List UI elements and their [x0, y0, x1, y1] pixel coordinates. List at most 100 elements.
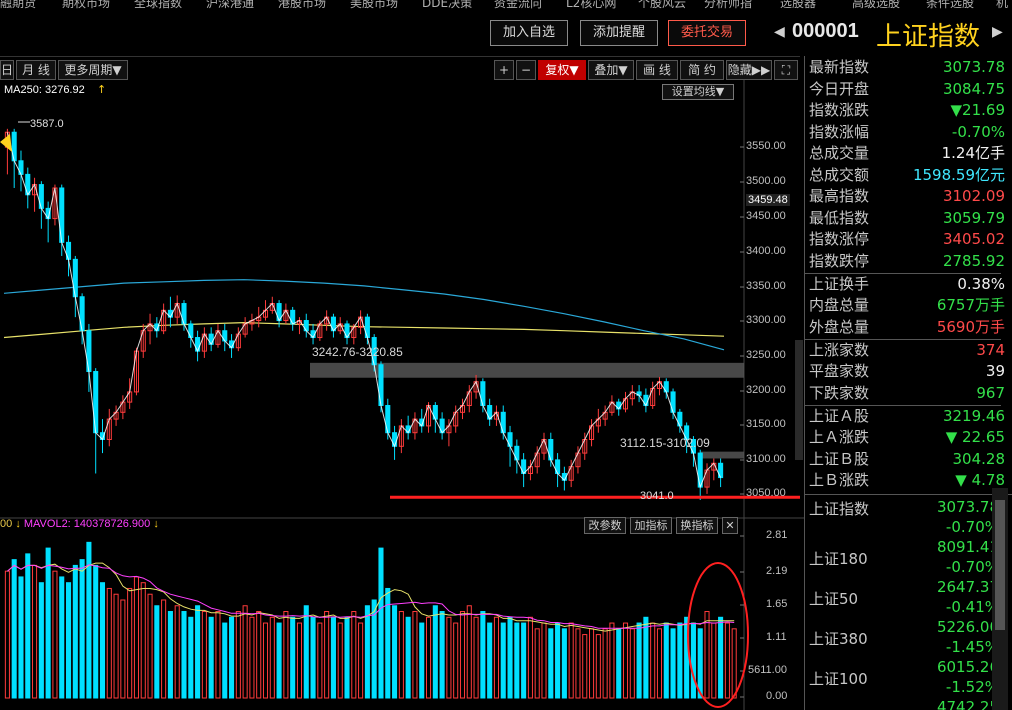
- quote-row: 内盘总量 6757万手: [809, 295, 1009, 316]
- quote-value: 3219.46: [942, 406, 1005, 425]
- volume-bar: [663, 622, 669, 699]
- quote-value: 3084.75: [942, 79, 1005, 98]
- toolbar-divider: [0, 56, 800, 57]
- mavol2-arrow-icon: ↓: [153, 518, 159, 530]
- draw-line-button[interactable]: 画 线: [636, 60, 678, 80]
- volume-bar: [4, 570, 10, 699]
- quote-value: 3059.79: [942, 208, 1005, 227]
- volume-bar: [229, 616, 235, 699]
- top-menu-item[interactable]: 高级选股: [852, 0, 900, 11]
- quote-value: 3405.02: [942, 230, 1005, 248]
- trade-order-button[interactable]: 委托交易: [668, 20, 746, 46]
- top-menu-item[interactable]: 机: [996, 0, 1008, 11]
- volume-bar: [670, 628, 676, 699]
- volume-bar: [330, 616, 336, 699]
- volume-bar: [582, 634, 588, 699]
- add-alert-button[interactable]: 添加提醒: [580, 20, 658, 46]
- volume-bar: [548, 628, 554, 699]
- volume-bar: [276, 622, 282, 699]
- switch-indicator-button[interactable]: 换指标: [676, 517, 718, 534]
- quote-row: 上Ａ涨跌 ▼ 22.65: [809, 427, 1009, 448]
- volume-bar: [534, 628, 540, 699]
- simple-mode-button[interactable]: 简 约: [680, 60, 724, 80]
- quote-value: 304.28: [952, 449, 1006, 468]
- top-menu-item[interactable]: 选股器: [780, 0, 816, 11]
- panel-scrollbar-thumb[interactable]: [995, 500, 1005, 630]
- volume-bar: [616, 628, 622, 699]
- volume-bar: [622, 622, 629, 699]
- volume-bar: [419, 622, 425, 699]
- volume-bar: [656, 628, 663, 699]
- top-menu-item[interactable]: 全球指数: [134, 0, 182, 11]
- prev-stock-icon[interactable]: ◀: [774, 24, 785, 40]
- volume-bar: [317, 622, 323, 699]
- volume-bar: [697, 628, 703, 699]
- quote-label: 上Ａ涨跌: [809, 428, 870, 446]
- quote-row: 上证Ａ股 3219.46: [809, 406, 1009, 427]
- volume-bar: [344, 616, 350, 699]
- zoom-in-button[interactable]: +: [494, 60, 514, 80]
- quote-row: 平盘家数 39: [809, 361, 1009, 382]
- volume-bar: [18, 576, 24, 699]
- add-indicator-button[interactable]: 加指标: [630, 517, 672, 534]
- volume-bar: [425, 616, 432, 699]
- quote-label: 最高指数: [809, 187, 870, 205]
- quote-value: 3102.09: [942, 187, 1005, 205]
- period-month-button[interactable]: 月 线: [16, 60, 56, 80]
- add-watchlist-button[interactable]: 加入自选: [490, 20, 568, 46]
- kline-chart[interactable]: [0, 80, 804, 710]
- volume-bar: [38, 582, 44, 699]
- quote-row: 最高指数 3102.09: [809, 186, 1009, 207]
- quote-row: 上证Ｂ股 304.28: [809, 449, 1009, 470]
- quote-label: 上证换手: [809, 274, 870, 293]
- top-menu-item[interactable]: 港股市场: [278, 0, 326, 11]
- quote-row: 总成交量 1.24亿手: [809, 143, 1009, 164]
- edit-params-button[interactable]: 改参数: [584, 517, 626, 534]
- zoom-out-button[interactable]: −: [516, 60, 536, 80]
- volume-bar: [527, 616, 533, 699]
- fullscreen-icon[interactable]: ⛶: [774, 60, 798, 80]
- next-stock-icon[interactable]: ▶: [992, 24, 1003, 40]
- sub-index-value: 6015.26: [936, 657, 999, 676]
- top-menu-item[interactable]: 美股市场: [350, 0, 398, 11]
- top-menu-item[interactable]: DDE决策: [422, 0, 472, 11]
- overlay-dropdown[interactable]: 叠加▼: [588, 60, 634, 80]
- top-menu-item[interactable]: 条件选股: [926, 0, 974, 11]
- quote-row: 最低指数 3059.79: [809, 208, 1009, 229]
- price-tick-label: 3459.48: [746, 194, 790, 206]
- price-tick-label: 3250.00: [746, 349, 786, 361]
- hide-panel-button[interactable]: 隐藏▶▶: [726, 60, 772, 80]
- volume-bar: [636, 622, 642, 699]
- volume-bar: [195, 605, 201, 699]
- volume-bar: [629, 628, 635, 699]
- top-menu-item[interactable]: 融期货: [0, 0, 36, 11]
- volume-tick-label: 2.19: [766, 565, 788, 577]
- top-menu-item[interactable]: 资金流向: [494, 0, 542, 11]
- top-menu-item[interactable]: 个股风云: [638, 0, 686, 11]
- quote-row: 总成交额 1598.59亿元: [809, 165, 1009, 186]
- quote-row: 指数涨停 3405.02: [809, 229, 1009, 250]
- top-menu-item[interactable]: 沪深港通: [206, 0, 254, 11]
- adjust-price-dropdown[interactable]: 复权▼: [538, 60, 586, 80]
- more-periods-dropdown[interactable]: 更多周期▼: [58, 60, 128, 80]
- quote-value: 6757万手: [936, 296, 1005, 314]
- volume-bar: [575, 628, 581, 699]
- quote-label: 上涨家数: [809, 340, 870, 359]
- quote-label: 上证Ｂ股: [809, 449, 870, 468]
- top-menu-item[interactable]: 期权市场: [62, 0, 110, 11]
- quote-row: 外盘总量 5690万手: [809, 317, 1009, 338]
- panel-splitter[interactable]: [795, 340, 803, 460]
- volume-bar: [466, 605, 472, 699]
- top-menu-item[interactable]: L2核心网: [566, 0, 616, 11]
- top-menu-item[interactable]: 分析师指: [704, 0, 752, 11]
- volume-bar: [555, 622, 561, 699]
- volume-bar: [324, 611, 330, 699]
- close-indicator-icon[interactable]: ✕: [722, 517, 738, 534]
- period-day-button[interactable]: 日: [0, 60, 14, 80]
- quote-label: 总成交额: [809, 165, 870, 184]
- volume-bar: [127, 587, 133, 699]
- volume-bar: [215, 611, 221, 699]
- volume-bar: [113, 593, 119, 699]
- quote-value: ▼21.69: [950, 101, 1005, 119]
- volume-bar: [161, 599, 167, 699]
